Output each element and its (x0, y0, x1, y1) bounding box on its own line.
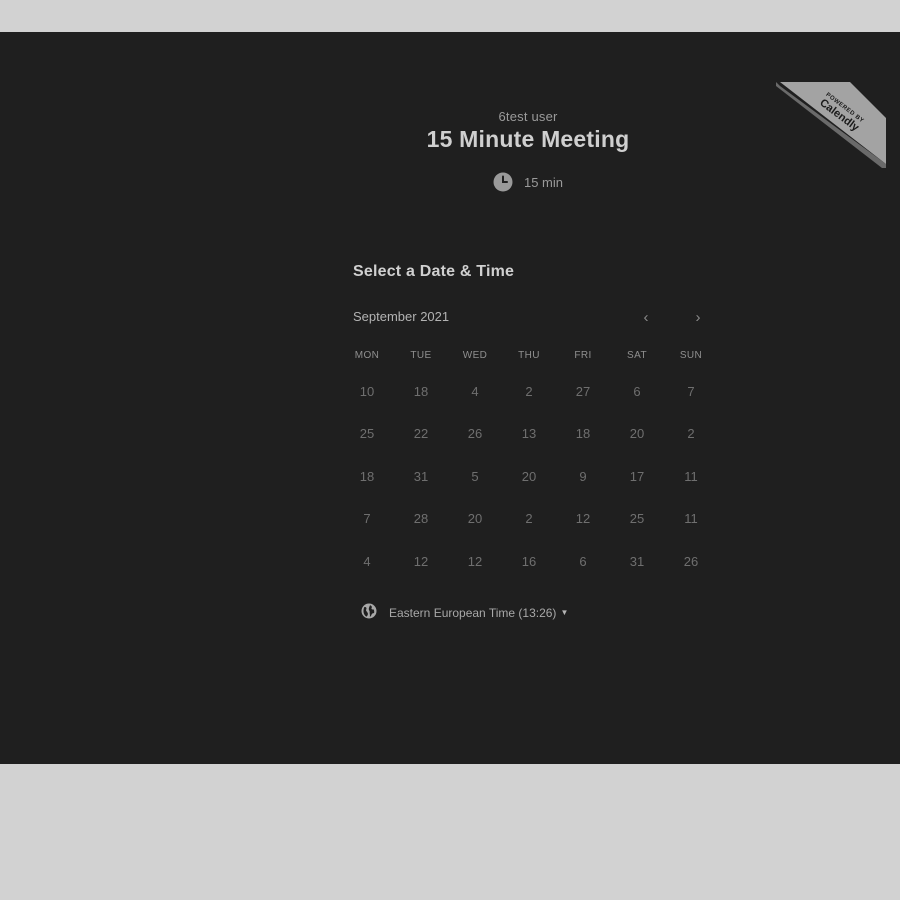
event-duration: 15 min (328, 172, 728, 192)
globe-icon (361, 603, 377, 622)
calendar-day: 9 (579, 468, 587, 484)
calendar-grid: 10 18 4 2 27 6 7 25 22 26 13 18 20 2 18 31 5 20 9 17 11 7 28 20… (340, 370, 718, 583)
timezone-label: Eastern European Time (13:26) (389, 605, 557, 620)
calendar-day: 11 (684, 511, 698, 527)
calendar-day: 11 (684, 468, 698, 484)
calendar-day: 5 (471, 468, 479, 484)
calendar-day: 18 (413, 383, 429, 399)
timezone-selector[interactable]: Eastern European Time (13:26) ▼ (361, 603, 568, 622)
calendar-day: 18 (359, 468, 375, 484)
calendar-day: 12 (467, 553, 483, 569)
calendar-day: 25 (359, 426, 375, 442)
calendar-day: 18 (575, 426, 591, 442)
calendar-day: 31 (629, 553, 645, 569)
chevron-left-icon: ‹ (643, 308, 649, 326)
event-title: 15 Minute Meeting (426, 126, 630, 152)
calendar-day: 27 (575, 383, 591, 399)
weekday-label: SUN (679, 350, 703, 361)
calendar-day: 10 (359, 383, 375, 399)
calendar-day: 20 (467, 511, 483, 527)
calendar-day: 12 (413, 553, 429, 569)
calendar-day: 22 (413, 426, 429, 442)
calendar-day: 25 (629, 511, 645, 527)
section-title: Select a Date & Time (353, 263, 515, 280)
calendar-day: 13 (521, 426, 537, 442)
weekday-header: MON TUE WED THU FRI SAT SUN (340, 350, 718, 361)
calendar-day: 17 (629, 468, 645, 484)
calendar-day: 7 (363, 511, 371, 527)
calendar-day: 2 (525, 383, 533, 399)
calendar-day: 12 (575, 511, 591, 527)
calendar-day: 20 (629, 426, 645, 442)
calendar-day: 28 (413, 511, 429, 527)
calendar-day: 31 (413, 468, 429, 484)
calendar-day: 4 (363, 553, 371, 569)
weekday-label: SAT (627, 350, 647, 361)
chevron-right-icon: › (695, 308, 701, 326)
weekday-label: TUE (410, 350, 432, 361)
calendar-day: 26 (683, 553, 699, 569)
calendar-day: 16 (521, 553, 537, 569)
previous-month-button[interactable]: ‹ (634, 305, 658, 329)
next-month-button[interactable]: › (686, 305, 710, 329)
calendar-day: 6 (633, 383, 641, 399)
booking-panel: 6test user 15 Minute Meeting 15 min Sele… (0, 32, 900, 764)
weekday-label: THU (518, 350, 540, 361)
calendar-day: 2 (525, 511, 533, 527)
weekday-label: MON (354, 350, 380, 361)
calendar-day: 2 (687, 426, 695, 442)
duration-label: 15 min (523, 174, 564, 190)
weekday-label: WED (462, 350, 488, 361)
powered-by-calendly-badge[interactable]: POWERED BY Calendly (776, 82, 888, 168)
caret-down-icon: ▼ (560, 608, 569, 617)
month-label: September 2021 (353, 309, 450, 324)
calendar-day: 7 (687, 383, 695, 399)
calendar-day: 6 (579, 553, 587, 569)
calendar-day: 4 (471, 383, 479, 399)
calendar-day: 26 (467, 426, 483, 442)
calendar-day: 20 (521, 468, 537, 484)
host-name: 6test user (498, 109, 558, 124)
clock-icon (493, 172, 513, 192)
weekday-label: FRI (574, 350, 592, 361)
